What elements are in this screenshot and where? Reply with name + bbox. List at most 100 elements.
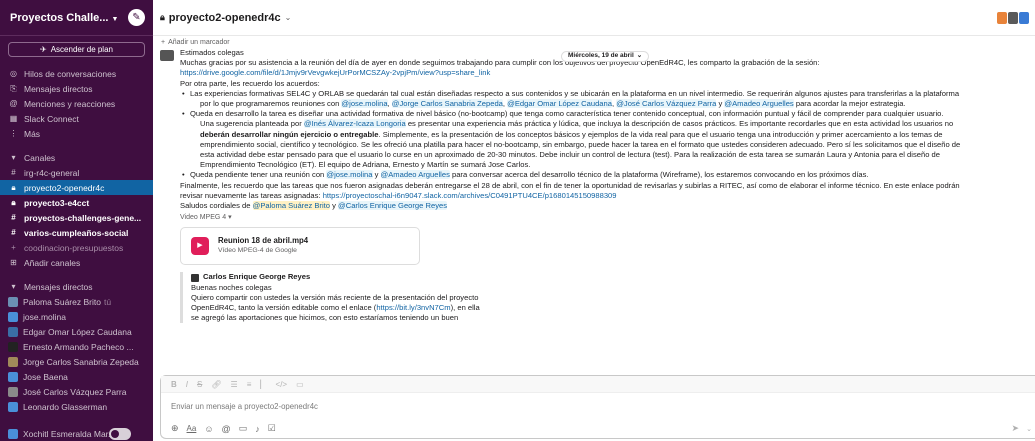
- dm-paloma[interactable]: Paloma Suárez Brito tú: [0, 294, 153, 309]
- video-attachment[interactable]: ▶ Reunion 18 de abril.mp4 Vídeo MPEG-4 d…: [180, 227, 420, 266]
- channel-header: 🔒︎ proyecto2-openedr4c ⌄: [153, 0, 1035, 36]
- channels-section-header[interactable]: ▾ Canales: [0, 150, 153, 165]
- lock-icon: 🔒︎: [160, 12, 165, 22]
- mention-icon[interactable]: @: [222, 424, 231, 434]
- chevron-down-icon: ⌄: [284, 13, 292, 22]
- send-options-icon[interactable]: ⌄: [1026, 425, 1032, 433]
- workspace-header[interactable]: Proyectos Challe... ▼ ✎: [0, 0, 153, 36]
- chevron-down-icon: ⌄: [636, 52, 643, 60]
- quote-text: Quiero compartir con ustedes la versión …: [191, 292, 479, 302]
- mention[interactable]: @jose.molina: [326, 170, 373, 180]
- nav-more[interactable]: ⋮ Más: [0, 126, 153, 141]
- list-item-continued: Una sugerencia planteada por @Inés Álvar…: [200, 119, 954, 129]
- avatar: [8, 356, 18, 367]
- huddle-toggle[interactable]: [109, 428, 131, 440]
- tasks-link[interactable]: https://proyectoschal-i6n9047.slack.com/…: [323, 191, 617, 200]
- building-icon: ▦: [9, 114, 18, 123]
- shortcuts-icon[interactable]: ☑: [268, 423, 276, 434]
- plus-icon[interactable]: ⊕: [171, 423, 179, 434]
- toggle-knob: [111, 430, 119, 438]
- bookmarks-bar[interactable]: + Añadir un marcador: [153, 36, 1035, 48]
- more-icon: ⋮: [9, 129, 18, 138]
- hash-icon: #: [11, 228, 16, 237]
- dm-edgar[interactable]: Edgar Omar López Caudana: [0, 324, 153, 339]
- message-input[interactable]: Enviar un mensaje a proyecto2-openedr4c: [161, 393, 1035, 419]
- list-item-continued: esta actividad debe estar pensado para q…: [200, 150, 940, 160]
- microphone-icon[interactable]: ♪: [255, 424, 260, 434]
- mention[interactable]: @Paloma Suárez Brito: [252, 201, 330, 211]
- mention[interactable]: @Carlos Enrique George Reyes: [338, 201, 448, 211]
- mention[interactable]: @Amadeo Arguelles: [380, 170, 450, 180]
- numbered-list-icon[interactable]: ☰: [231, 380, 238, 389]
- hash-icon: #: [11, 168, 16, 177]
- mention[interactable]: @José Carlos Vázquez Parra: [616, 99, 717, 109]
- attachment-label[interactable]: Video MPEG 4 ▾: [180, 213, 1035, 223]
- channel-title[interactable]: 🔒︎ proyecto2-openedr4c ⌄: [160, 12, 291, 24]
- message-text: Por otra parte, les recuerdo los acuerdo…: [180, 78, 320, 88]
- channel-coodinacion-presupuestos[interactable]: + coodinacion-presupuestos: [0, 240, 153, 255]
- bullet-list-icon[interactable]: ≡: [247, 380, 252, 389]
- mention[interactable]: @jose.molina: [341, 99, 388, 109]
- send-icon[interactable]: ➤: [1011, 423, 1019, 434]
- video-icon[interactable]: ▭: [239, 423, 248, 434]
- nav-mentions[interactable]: @ Menciones y reacciones: [0, 96, 153, 111]
- message-text: Finalmente, les recuerdo que las tareas …: [180, 180, 960, 190]
- file-type: Vídeo MPEG-4 de Google: [218, 247, 297, 255]
- file-name: Reunion 18 de abril.mp4: [218, 236, 309, 246]
- channel-varios-cumpleanos-social[interactable]: # varios-cumpleaños-social: [0, 225, 153, 240]
- channel-proyectos-challenges[interactable]: # proyectos-challenges-gene...: [0, 210, 153, 225]
- composer-actions: ⊕ Aa ☺ @ ▭ ♪ ☑: [161, 419, 1035, 438]
- mention[interactable]: @Inés Álvarez-Icaza Longoria: [303, 119, 406, 129]
- message-composer: B I S 🔗︎ ☰ ≡ ▏ </> ▭ Enviar un mensaje a…: [160, 375, 1035, 439]
- blockquote-icon[interactable]: ▏: [260, 380, 266, 389]
- avatar: [8, 371, 18, 382]
- date-divider[interactable]: Miércoles, 19 de abril ⌄: [561, 51, 650, 62]
- emoji-icon[interactable]: ☺: [204, 424, 213, 434]
- channel-irg-r4c-general[interactable]: # irg-r4c-general: [0, 165, 153, 180]
- lock-icon: 🔒︎: [11, 182, 16, 192]
- upgrade-button[interactable]: ✈ Ascender de plan: [8, 42, 145, 57]
- quote-text: OpenEdR4C, tanto la versión editable com…: [191, 303, 480, 313]
- dm-jorge[interactable]: Jorge Carlos Sanabria Zepeda: [0, 354, 153, 369]
- avatar[interactable]: [160, 50, 174, 61]
- list-item: Las experiencias formativas SEL4C y ORLA…: [180, 89, 1035, 99]
- list-item-continued: deberán desarrollar ningún ejercicio o e…: [200, 129, 943, 139]
- dms-section-header[interactable]: ▾ Mensajes directos: [0, 279, 153, 294]
- avatar: [191, 273, 199, 282]
- shared-message-quote[interactable]: Carlos Enrique George Reyes Buenas noche…: [180, 272, 580, 324]
- link-icon[interactable]: 🔗︎: [211, 380, 221, 389]
- mention[interactable]: @Amadeo Arguelles: [724, 99, 794, 109]
- nav-slack-connect[interactable]: ▦ Slack Connect: [0, 111, 153, 126]
- compose-icon[interactable]: ✎: [128, 9, 145, 26]
- mention[interactable]: @Edgar Omar López Caudana: [507, 99, 612, 109]
- dm-ernesto[interactable]: Ernesto Armando Pacheco ...: [0, 339, 153, 354]
- channel-proyecto3-e4cct[interactable]: 🔒︎ proyecto3-e4cct: [0, 195, 153, 210]
- recording-link[interactable]: https://drive.google.com/file/d/1Jmjv9rV…: [180, 68, 490, 77]
- message: Estimados colegas Muchas gracias por su …: [160, 48, 1035, 324]
- code-block-icon[interactable]: ▭: [296, 380, 304, 389]
- workspace-name[interactable]: Proyectos Challe... ▼: [10, 12, 118, 24]
- short-link[interactable]: https://bit.ly/3nvN7Cm: [376, 303, 450, 312]
- italic-icon[interactable]: I: [186, 380, 188, 389]
- dm-jose-molina[interactable]: jose.molina: [0, 309, 153, 324]
- nav-direct-messages[interactable]: ⎘ Mensajes directos: [0, 81, 153, 96]
- channel-proyecto2-openedr4c[interactable]: 🔒︎ proyecto2-openedr4c: [0, 180, 153, 195]
- text-format-icon[interactable]: Aa: [187, 424, 197, 433]
- mention[interactable]: @Jorge Carlos Sanabria Zepeda: [391, 99, 503, 109]
- code-icon[interactable]: </>: [276, 380, 288, 389]
- dm-jose-carlos[interactable]: José Carlos Vázquez Parra: [0, 384, 153, 399]
- dm-leonardo[interactable]: Leonardo Glasserman: [0, 399, 153, 414]
- avatar: [8, 326, 18, 337]
- quote-text: se agregó las aportaciones que hicimos, …: [191, 313, 459, 323]
- add-channels[interactable]: ⊞ Añadir canales: [0, 255, 153, 270]
- strikethrough-icon[interactable]: S: [197, 380, 202, 389]
- plus-icon: +: [161, 38, 166, 46]
- list-item: Queda en desarrollo la tarea es diseñar …: [180, 109, 1035, 119]
- hash-icon: +: [11, 243, 16, 252]
- quote-author: Carlos Enrique George Reyes: [191, 272, 580, 282]
- channel-members[interactable]: [997, 11, 1029, 24]
- bold-icon[interactable]: B: [171, 380, 177, 389]
- dm-jose-baena[interactable]: Jose Baena: [0, 369, 153, 384]
- nav-threads[interactable]: ◎ Hilos de conversaciones: [0, 66, 153, 81]
- list-item-continued: emprendimiento social, científico y tecn…: [200, 139, 961, 149]
